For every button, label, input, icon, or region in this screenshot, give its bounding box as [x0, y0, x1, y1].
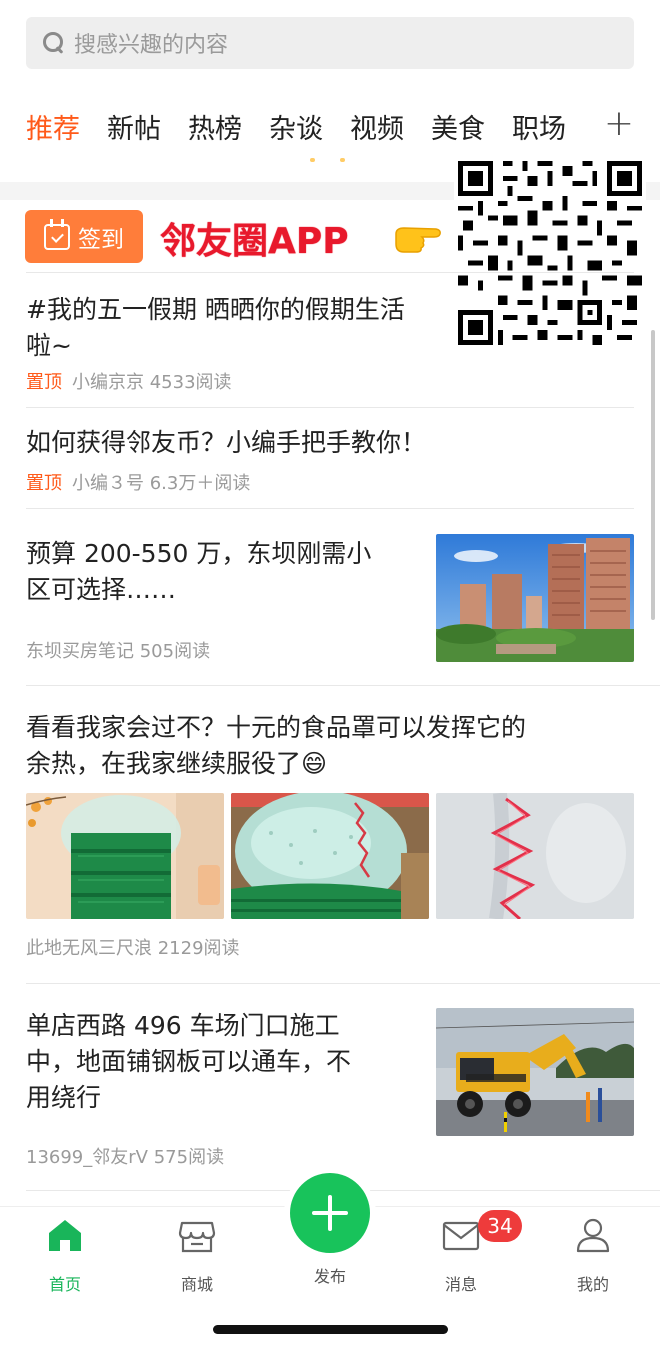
post-meta: 此地无风三尺浪 2129阅读: [26, 934, 240, 960]
post-reads: 2129阅读: [157, 938, 240, 959]
pinned-badge: 置顶: [26, 372, 62, 393]
nav-messages-label: 消息: [444, 1275, 477, 1294]
nav-home-label: 首页: [48, 1275, 81, 1294]
tab-food[interactable]: 美食: [431, 107, 485, 146]
pinned-badge: 置顶: [26, 473, 62, 494]
post-reads: 575阅读: [153, 1147, 225, 1168]
tab-video[interactable]: 视频: [350, 107, 404, 146]
publish-button[interactable]: [290, 1173, 370, 1253]
scrollbar[interactable]: [651, 330, 655, 620]
user-icon: [576, 1218, 610, 1253]
post-title-line: 中，地面铺钢板可以通车，不: [26, 1047, 352, 1076]
post-title[interactable]: 单店西路 496 车场门口施工 中，地面铺钢板可以通车，不 用绕行: [26, 1008, 426, 1116]
search-bar[interactable]: 搜感兴趣的内容: [26, 17, 634, 69]
tab-chat[interactable]: 杂谈: [269, 107, 323, 146]
divider: [26, 685, 660, 686]
post-title-line: 区可选择……: [26, 575, 177, 604]
post-author[interactable]: 小编３号: [72, 473, 144, 494]
divider: [26, 272, 634, 273]
post-title-line: 余热，在我家继续服役了😄: [26, 749, 328, 778]
post-title[interactable]: 看看我家会过不？十元的食品罩可以发挥它的 余热，在我家继续服役了😄: [26, 710, 646, 782]
app-page: 搜感兴趣的内容 推荐 新帖 热榜 杂谈 视频 美食 职场 + 签到 邻友圈APP: [0, 0, 660, 1347]
search-placeholder: 搜感兴趣的内容: [74, 33, 229, 58]
category-tabs: 推荐 新帖 热榜 杂谈 视频 美食 职场 +: [26, 104, 646, 148]
post-author[interactable]: 此地无风三尺浪: [26, 938, 152, 959]
nav-mine[interactable]: 我的: [553, 1215, 633, 1295]
post-title[interactable]: 如何获得邻友币？小编手把手教你！: [26, 425, 636, 461]
signin-label: 签到: [78, 226, 124, 253]
post-reads: 505阅读: [139, 641, 211, 662]
divider: [26, 407, 634, 408]
post-reads: 6.3万＋阅读: [149, 473, 251, 494]
post-title-line: #我的五一假期 晒晒你的假期生活: [26, 295, 405, 324]
pointing-hand-icon: [395, 227, 441, 253]
tab-recommend[interactable]: 推荐: [26, 107, 80, 146]
post-meta: 东坝买房笔记 505阅读: [26, 637, 210, 663]
tab-new-posts[interactable]: 新帖: [107, 107, 161, 146]
nav-mine-label: 我的: [576, 1275, 609, 1294]
nav-home[interactable]: 首页: [25, 1215, 105, 1295]
signin-button[interactable]: 签到: [25, 210, 143, 263]
tab-indicator: [310, 158, 350, 162]
post-meta: 置顶 小编京京 4533阅读: [26, 368, 232, 394]
home-icon: [49, 1220, 81, 1251]
post-title-line: 用绕行: [26, 1083, 102, 1112]
post-thumbnail-excavator[interactable]: [436, 1008, 634, 1136]
post-title-line: 单店西路 496 车场门口施工: [26, 1011, 340, 1040]
nav-mall-label: 商城: [180, 1275, 213, 1294]
tab-workplace[interactable]: 职场: [512, 107, 566, 146]
post-title-line: 预算 200-550 万，东坝刚需小: [26, 539, 372, 568]
post-image-red-stitching[interactable]: [436, 793, 634, 919]
divider: [26, 983, 660, 984]
post-title[interactable]: #我的五一假期 晒晒你的假期生活 啦~: [26, 292, 456, 364]
post-author[interactable]: 东坝买房笔记: [26, 641, 134, 662]
home-indicator[interactable]: [213, 1325, 448, 1334]
post-title[interactable]: 预算 200-550 万，东坝刚需小 区可选择……: [26, 536, 426, 608]
post-image-food-cover-closeup[interactable]: [231, 793, 429, 919]
message-count-badge: 34: [478, 1210, 522, 1242]
post-image-food-cover-stack[interactable]: [26, 793, 224, 919]
post-author[interactable]: 小编京京: [72, 372, 144, 393]
search-icon: [42, 31, 66, 55]
post-author[interactable]: 13699_邻友rV: [26, 1147, 148, 1168]
qr-code: [454, 157, 646, 349]
post-reads: 4533阅读: [149, 372, 232, 393]
calendar-check-icon: [44, 218, 70, 250]
mail-icon: [442, 1221, 480, 1251]
tab-hot-list[interactable]: 热榜: [188, 107, 242, 146]
post-meta: 置顶 小编３号 6.3万＋阅读: [26, 469, 250, 495]
divider: [26, 508, 634, 509]
nav-mall[interactable]: 商城: [157, 1215, 237, 1295]
post-title-line: 啦~: [26, 331, 72, 360]
publish-label: 发布: [313, 1267, 346, 1286]
promo-text: 邻友圈APP: [160, 221, 349, 262]
add-tab-button[interactable]: +: [604, 104, 634, 144]
post-title-line: 看看我家会过不？十元的食品罩可以发挥它的: [26, 713, 527, 742]
post-thumbnail-buildings[interactable]: [436, 534, 634, 662]
store-icon: [178, 1221, 216, 1253]
post-meta: 13699_邻友rV 575阅读: [26, 1143, 224, 1169]
